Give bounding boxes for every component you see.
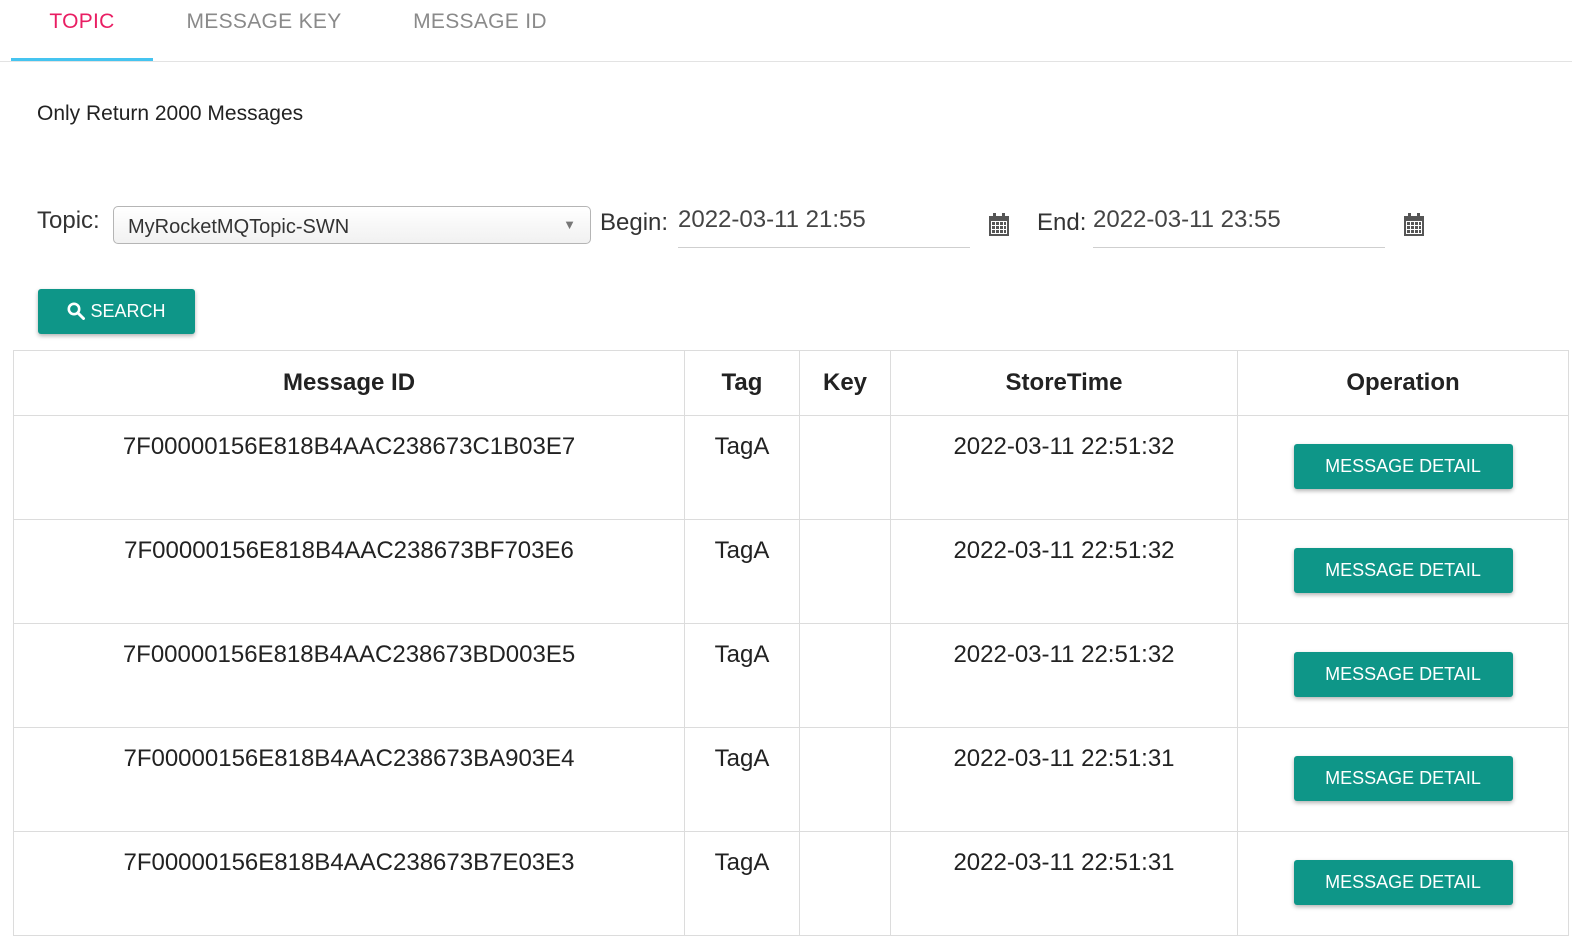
key-cell [799,519,891,624]
tag-cell: TagA [684,831,800,936]
message-detail-button[interactable]: MESSAGE DETAIL [1293,756,1513,801]
key-cell [799,727,891,832]
store-time: 2022-03-11 22:51:32 [953,537,1175,564]
key-cell [799,415,891,520]
store-time: 2022-03-11 22:51:32 [953,641,1175,668]
message-id-cell: 7F00000156E818B4AAC238673BD003E5 [13,623,685,728]
search-button[interactable]: SEARCH [38,289,195,334]
column-header-message-id: Message ID [13,350,685,416]
table-row: 7F00000156E818B4AAC238673BF703E6 TagA 20… [13,519,1569,624]
column-header-operation: Operation [1237,350,1569,416]
store-time: 2022-03-11 22:51:31 [953,849,1175,876]
page: TOPIC MESSAGE KEY MESSAGE ID Only Return… [0,0,1572,951]
tag-cell: TagA [684,727,800,832]
column-header-key: Key [799,350,891,416]
column-header-tag: Tag [684,350,800,416]
key [800,416,890,433]
store-time-cell: 2022-03-11 22:51:31 [890,831,1238,936]
message-id-cell: 7F00000156E818B4AAC238673BF703E6 [13,519,685,624]
operation-cell: MESSAGE DETAIL [1237,727,1569,832]
store-time: 2022-03-11 22:51:32 [953,433,1175,460]
search-button-label: SEARCH [90,301,166,321]
message-detail-button[interactable]: MESSAGE DETAIL [1293,860,1513,905]
store-time-cell: 2022-03-11 22:51:32 [890,623,1238,728]
table-row: 7F00000156E818B4AAC238673BA903E4 TagA 20… [13,727,1569,832]
key [800,832,890,849]
message-id-cell: 7F00000156E818B4AAC238673BA903E4 [13,727,685,832]
column-header-store-time: StoreTime [890,350,1238,416]
table-row: 7F00000156E818B4AAC238673B7E03E3 TagA 20… [13,831,1569,936]
operation-cell: MESSAGE DETAIL [1237,519,1569,624]
tab-topic[interactable]: TOPIC [11,0,153,61]
key-cell [799,623,891,728]
operation-cell: MESSAGE DETAIL [1237,415,1569,520]
tag: TagA [714,849,770,876]
tag-cell: TagA [684,415,800,520]
calendar-icon[interactable] [988,213,1010,237]
tag-cell: TagA [684,623,800,728]
end-time-input[interactable]: 2022-03-11 23:55 [1093,207,1385,248]
begin-label: Begin: [600,209,669,236]
message-id: 7F00000156E818B4AAC238673C1B03E7 [122,433,576,460]
message-detail-button[interactable]: MESSAGE DETAIL [1293,444,1513,489]
operation-cell: MESSAGE DETAIL [1237,831,1569,936]
table-row: 7F00000156E818B4AAC238673C1B03E7 TagA 20… [13,415,1569,520]
message-id: 7F00000156E818B4AAC238673BA903E4 [123,745,575,772]
result-limit-notice: Only Return 2000 Messages [37,102,304,125]
tag-cell: TagA [684,519,800,624]
key-cell [799,831,891,936]
message-id: 7F00000156E818B4AAC238673B7E03E3 [123,849,575,876]
tab-bar: TOPIC MESSAGE KEY MESSAGE ID [0,0,1572,62]
message-id-cell: 7F00000156E818B4AAC238673C1B03E7 [13,415,685,520]
table-header-row: Message ID Tag Key StoreTime Operation [13,350,1569,416]
tab-message-id[interactable]: MESSAGE ID [395,0,565,58]
search-icon [67,301,90,321]
store-time: 2022-03-11 22:51:31 [953,745,1175,772]
key [800,624,890,641]
message-id-cell: 7F00000156E818B4AAC238673B7E03E3 [13,831,685,936]
store-time-cell: 2022-03-11 22:51:32 [890,519,1238,624]
key [800,728,890,745]
tab-message-key[interactable]: MESSAGE KEY [170,0,358,58]
calendar-icon[interactable] [1403,213,1425,237]
dropdown-caret-icon: ▼ [563,217,576,232]
tag: TagA [714,537,770,564]
message-detail-button[interactable]: MESSAGE DETAIL [1293,548,1513,593]
message-id: 7F00000156E818B4AAC238673BD003E5 [122,641,576,668]
operation-cell: MESSAGE DETAIL [1237,623,1569,728]
topic-select-value: MyRocketMQTopic-SWN [128,216,350,238]
table-row: 7F00000156E818B4AAC238673BD003E5 TagA 20… [13,623,1569,728]
end-label: End: [1037,209,1087,236]
message-id: 7F00000156E818B4AAC238673BF703E6 [124,537,574,564]
begin-time-input[interactable]: 2022-03-11 21:55 [678,207,970,248]
store-time-cell: 2022-03-11 22:51:31 [890,727,1238,832]
topic-label: Topic: [37,207,100,234]
message-table: Message ID Tag Key StoreTime Operation 7… [13,350,1569,936]
topic-select[interactable]: MyRocketMQTopic-SWN ▼ [113,206,591,244]
tag: TagA [714,433,770,460]
tag: TagA [714,641,770,668]
tag: TagA [714,745,770,772]
key [800,520,890,537]
message-detail-button[interactable]: MESSAGE DETAIL [1293,652,1513,697]
store-time-cell: 2022-03-11 22:51:32 [890,415,1238,520]
